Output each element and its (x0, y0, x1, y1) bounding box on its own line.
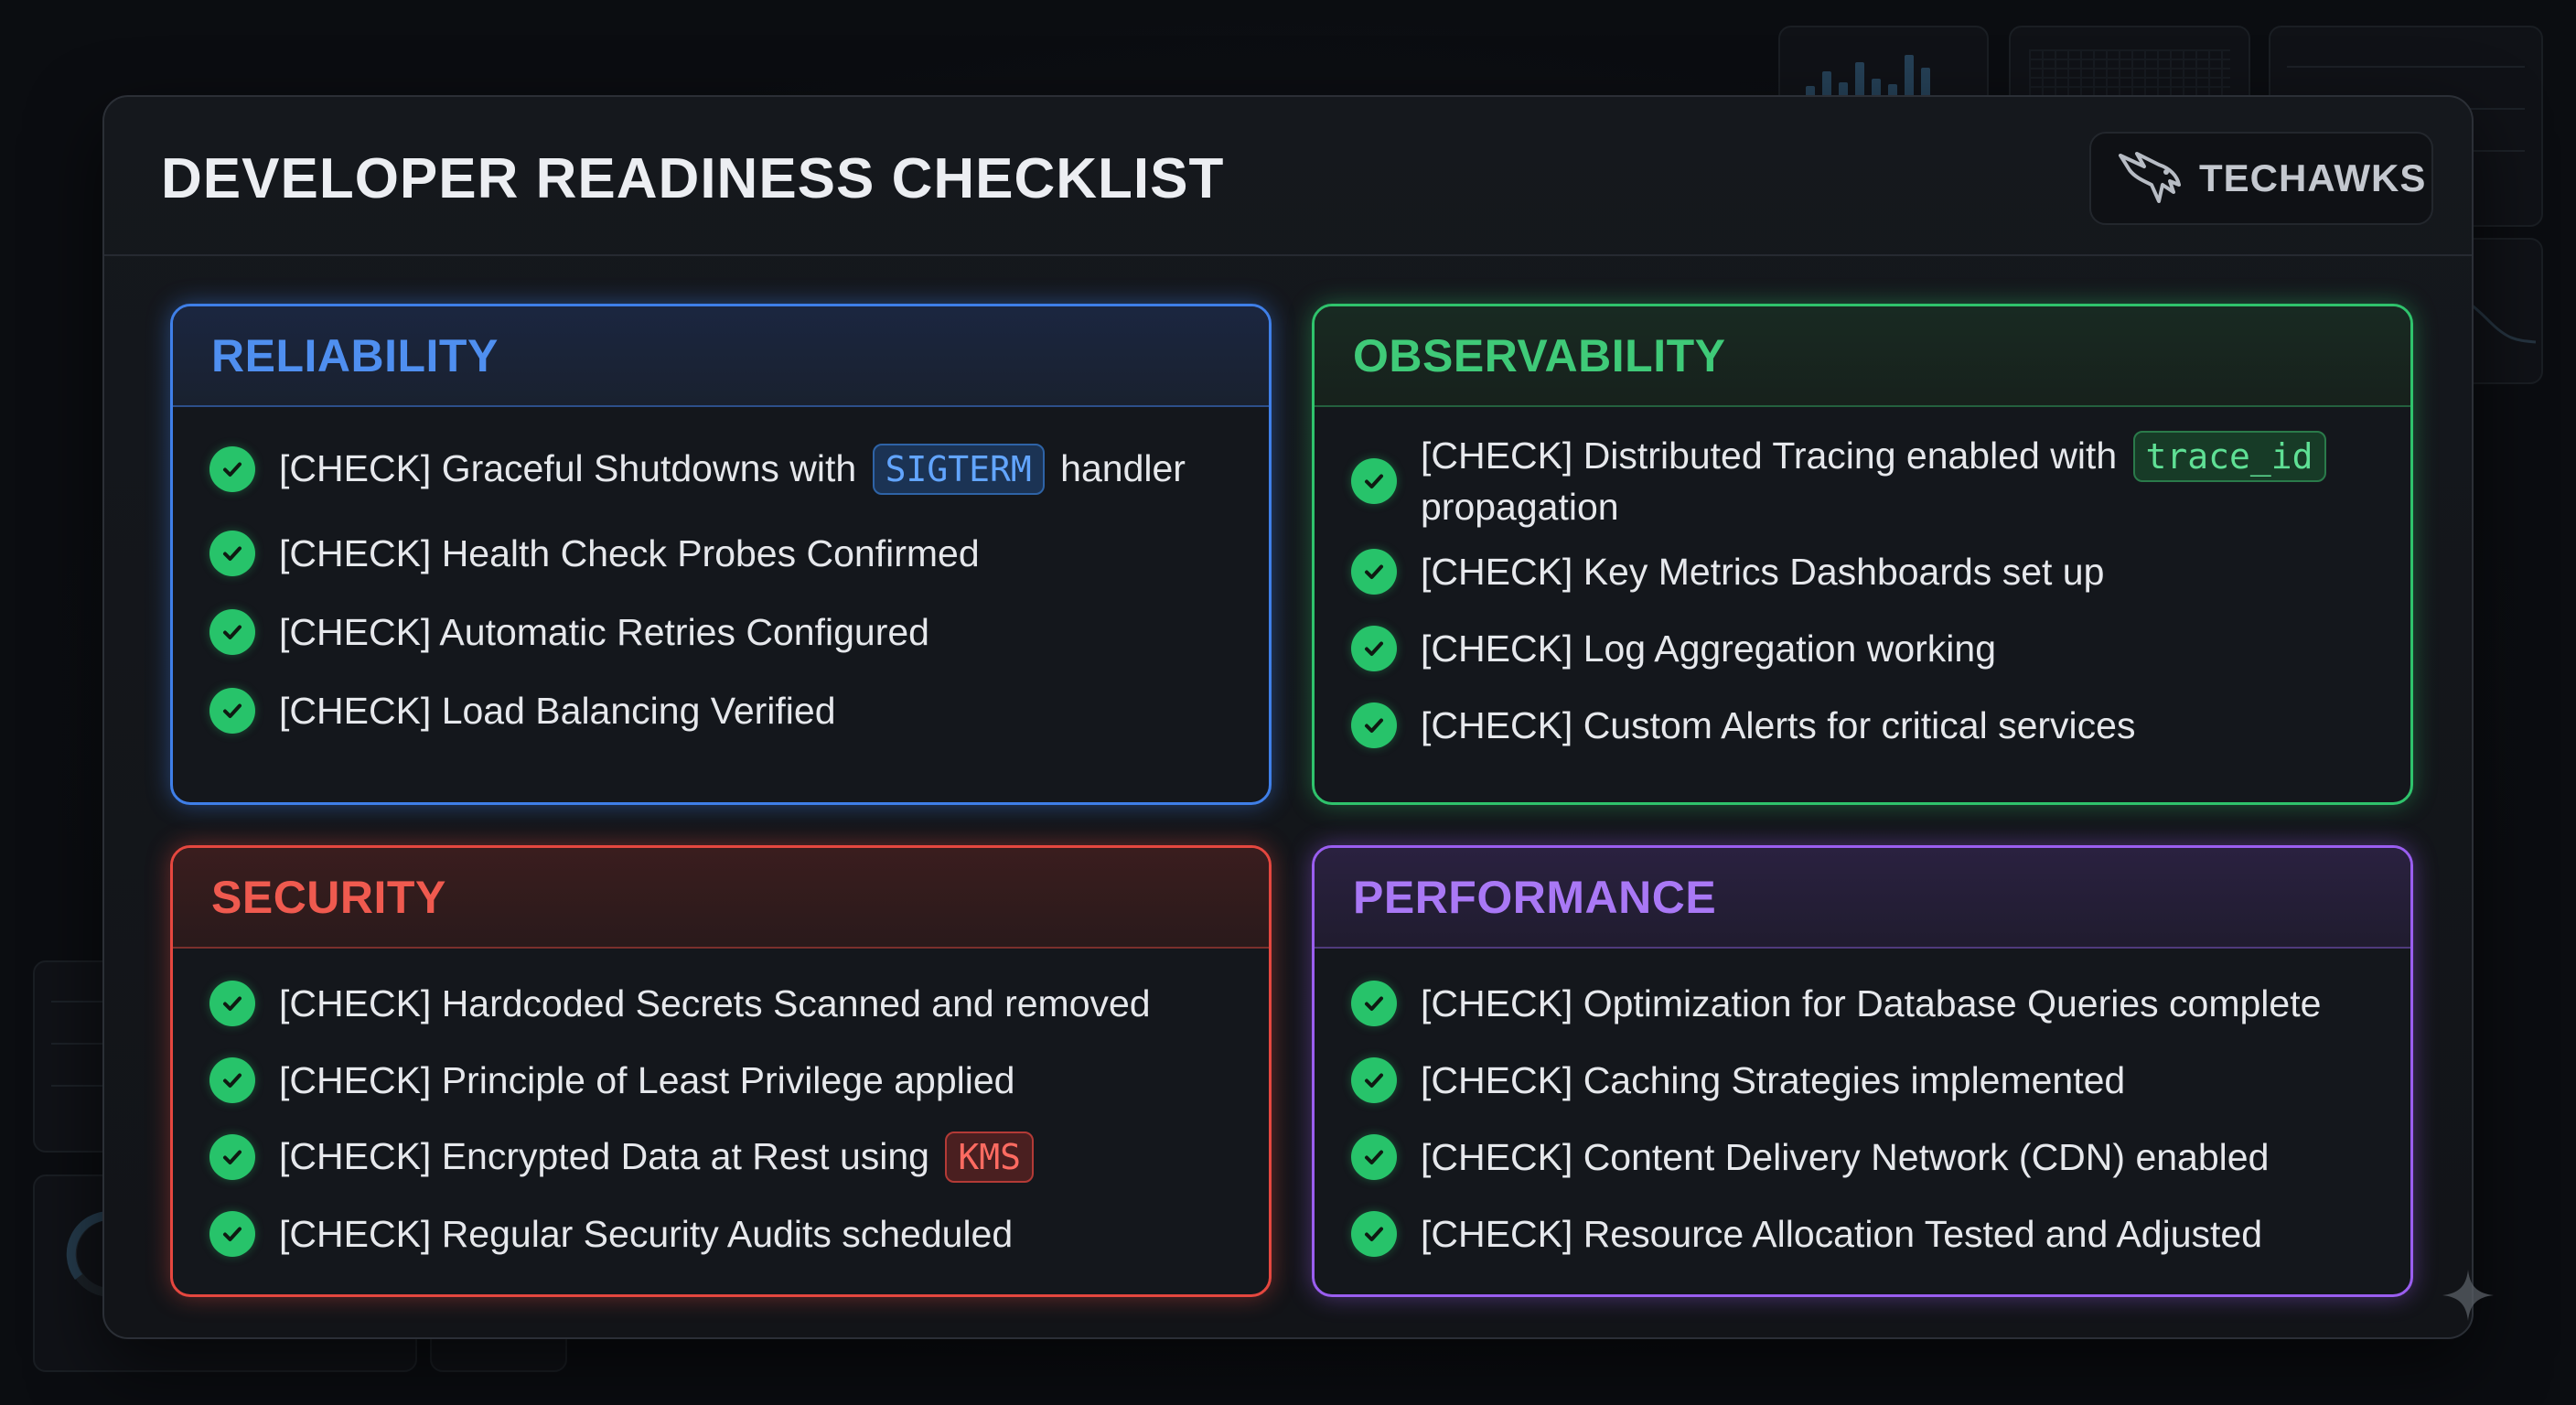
hawk-logo-icon (2117, 148, 2183, 209)
check-circle-icon (1351, 702, 1397, 748)
code-chip-kms: KMS (945, 1132, 1035, 1183)
checklist-item: [CHECK] Log Aggregation working (1351, 623, 2374, 674)
item-text: [CHECK] Optimization for Database Querie… (1421, 982, 2322, 1024)
item-text: [CHECK] Content Delivery Network (CDN) e… (1421, 1136, 2270, 1178)
card-header: RELIABILITY (173, 306, 1269, 407)
brand-badge: TECHAWKS (2089, 132, 2433, 225)
item-text: [CHECK] Automatic Retries Configured (279, 611, 929, 653)
item-text: [CHECK] Principle of Least Privilege app… (279, 1059, 1015, 1101)
item-text: [CHECK] Resource Allocation Tested and A… (1421, 1213, 2262, 1255)
item-text: [CHECK] Hardcoded Secrets Scanned and re… (279, 982, 1151, 1024)
check-circle-icon (209, 531, 255, 576)
observability-card: OBSERVABILITY [CHECK] Distributed Tracin… (1312, 304, 2413, 805)
item-text: [CHECK] Graceful Shutdowns with SIGTERM … (279, 444, 1186, 495)
card-header: PERFORMANCE (1315, 848, 2410, 949)
item-text: [CHECK] Encrypted Data at Rest using KMS (279, 1132, 1039, 1183)
item-text: [CHECK] Distributed Tracing enabled with… (1421, 431, 2374, 531)
check-circle-icon (209, 981, 255, 1026)
check-circle-icon (1351, 981, 1397, 1026)
checklist-item: [CHECK] Custom Alerts for critical servi… (1351, 700, 2374, 751)
checklist: [CHECK] Graceful Shutdowns with SIGTERM … (173, 407, 1269, 736)
checklist-item: [CHECK] Principle of Least Privilege app… (209, 1055, 1232, 1106)
checklist-item: [CHECK] Health Check Probes Confirmed (209, 528, 1232, 579)
card-header: OBSERVABILITY (1315, 306, 2410, 407)
checklist-item: [CHECK] Key Metrics Dashboards set up (1351, 546, 2374, 597)
card-title: PERFORMANCE (1353, 872, 1717, 923)
checklist-item: [CHECK] Encrypted Data at Rest using KMS (209, 1132, 1232, 1183)
check-circle-icon (1351, 1057, 1397, 1103)
code-chip-trace-id: trace_id (2132, 431, 2326, 482)
check-circle-icon (1351, 1211, 1397, 1257)
page-title: DEVELOPER READINESS CHECKLIST (161, 147, 1225, 210)
check-circle-icon (209, 1134, 255, 1180)
checklist-item: [CHECK] Resource Allocation Tested and A… (1351, 1208, 2374, 1260)
item-text: [CHECK] Key Metrics Dashboards set up (1421, 551, 2105, 593)
item-text: [CHECK] Regular Security Audits schedule… (279, 1213, 1014, 1255)
item-text-start: [CHECK] Distributed Tracing enabled with (1421, 434, 2118, 477)
checklist-item: [CHECK] Regular Security Audits schedule… (209, 1208, 1232, 1260)
item-text: [CHECK] Log Aggregation working (1421, 627, 1997, 670)
checklist-item: [CHECK] Automatic Retries Configured (209, 606, 1232, 658)
card-header: SECURITY (173, 848, 1269, 949)
checklist-item: [CHECK] Load Balancing Verified (209, 685, 1232, 736)
card-title: SECURITY (211, 872, 446, 923)
reliability-card: RELIABILITY [CHECK] Graceful Shutdowns w… (170, 304, 1272, 805)
code-chip-sigterm: SIGTERM (872, 444, 1045, 495)
checklist-item: [CHECK] Hardcoded Secrets Scanned and re… (209, 978, 1232, 1029)
check-circle-icon (1351, 1134, 1397, 1180)
item-text: [CHECK] Custom Alerts for critical servi… (1421, 704, 2136, 746)
item-text-end: handler (1060, 447, 1186, 489)
performance-card: PERFORMANCE [CHECK] Optimization for Dat… (1312, 845, 2413, 1297)
checklist: [CHECK] Optimization for Database Querie… (1315, 949, 2410, 1260)
check-circle-icon (209, 688, 255, 734)
checklist-item: [CHECK] Graceful Shutdowns with SIGTERM … (209, 444, 1232, 495)
check-circle-icon (1351, 549, 1397, 595)
check-circle-icon (209, 1211, 255, 1257)
brand-name: TECHAWKS (2199, 156, 2427, 199)
stage: DEVELOPER READINESS CHECKLIST TECHAWKS R… (0, 0, 2576, 1405)
item-text: [CHECK] Health Check Probes Confirmed (279, 532, 980, 574)
panel-header: DEVELOPER READINESS CHECKLIST TECHAWKS (104, 97, 2472, 256)
check-circle-icon (209, 446, 255, 492)
checklist-panel: DEVELOPER READINESS CHECKLIST TECHAWKS R… (102, 95, 2474, 1339)
item-text-start: [CHECK] Graceful Shutdowns with (279, 447, 857, 489)
card-title: OBSERVABILITY (1353, 330, 1726, 381)
check-circle-icon (209, 609, 255, 655)
checklist-item: [CHECK] Content Delivery Network (CDN) e… (1351, 1132, 2374, 1183)
item-text: [CHECK] Load Balancing Verified (279, 690, 836, 732)
security-card: SECURITY [CHECK] Hardcoded Secrets Scann… (170, 845, 1272, 1297)
checklist-item: [CHECK] Distributed Tracing enabled with… (1351, 431, 2374, 531)
checklist-item: [CHECK] Caching Strategies implemented (1351, 1055, 2374, 1106)
sparkle-icon (2442, 1270, 2494, 1321)
check-circle-icon (1351, 626, 1397, 671)
item-text: [CHECK] Caching Strategies implemented (1421, 1059, 2126, 1101)
check-circle-icon (209, 1057, 255, 1103)
card-title: RELIABILITY (211, 330, 499, 381)
item-text-end: propagation (1421, 486, 1619, 528)
checklist-item: [CHECK] Optimization for Database Querie… (1351, 978, 2374, 1029)
checklist: [CHECK] Distributed Tracing enabled with… (1315, 407, 2410, 751)
check-circle-icon (1351, 458, 1397, 504)
checklist: [CHECK] Hardcoded Secrets Scanned and re… (173, 949, 1269, 1260)
item-text-start: [CHECK] Encrypted Data at Rest using (279, 1135, 929, 1177)
